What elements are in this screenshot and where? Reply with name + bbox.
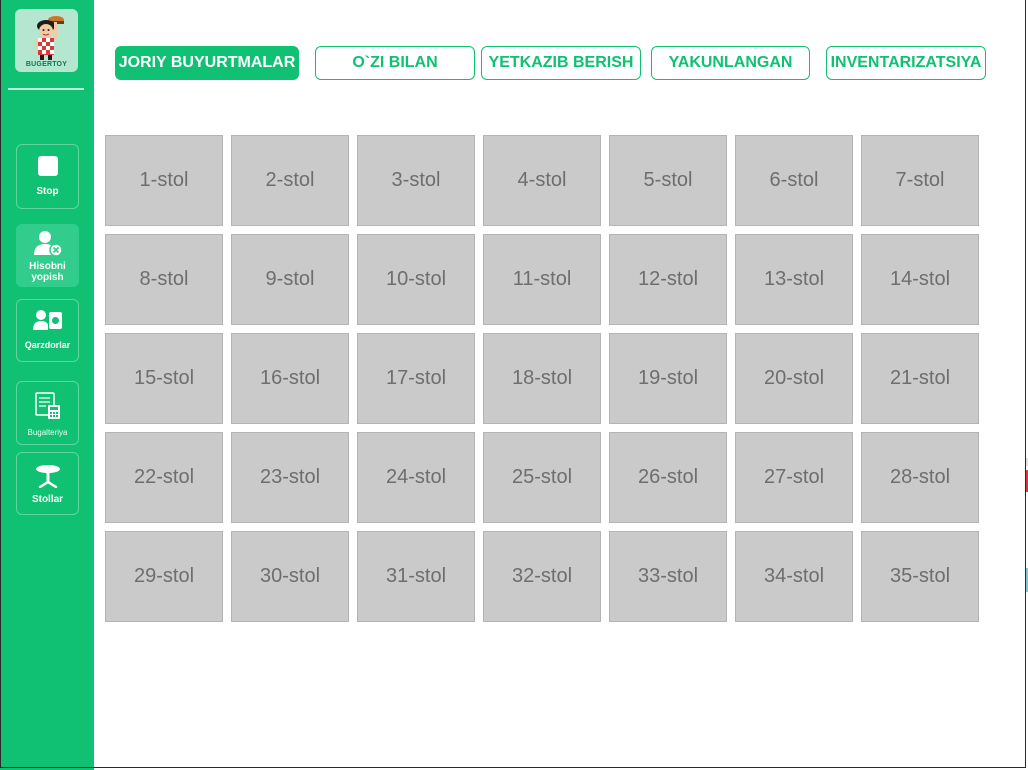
window-frame [0,0,1026,768]
